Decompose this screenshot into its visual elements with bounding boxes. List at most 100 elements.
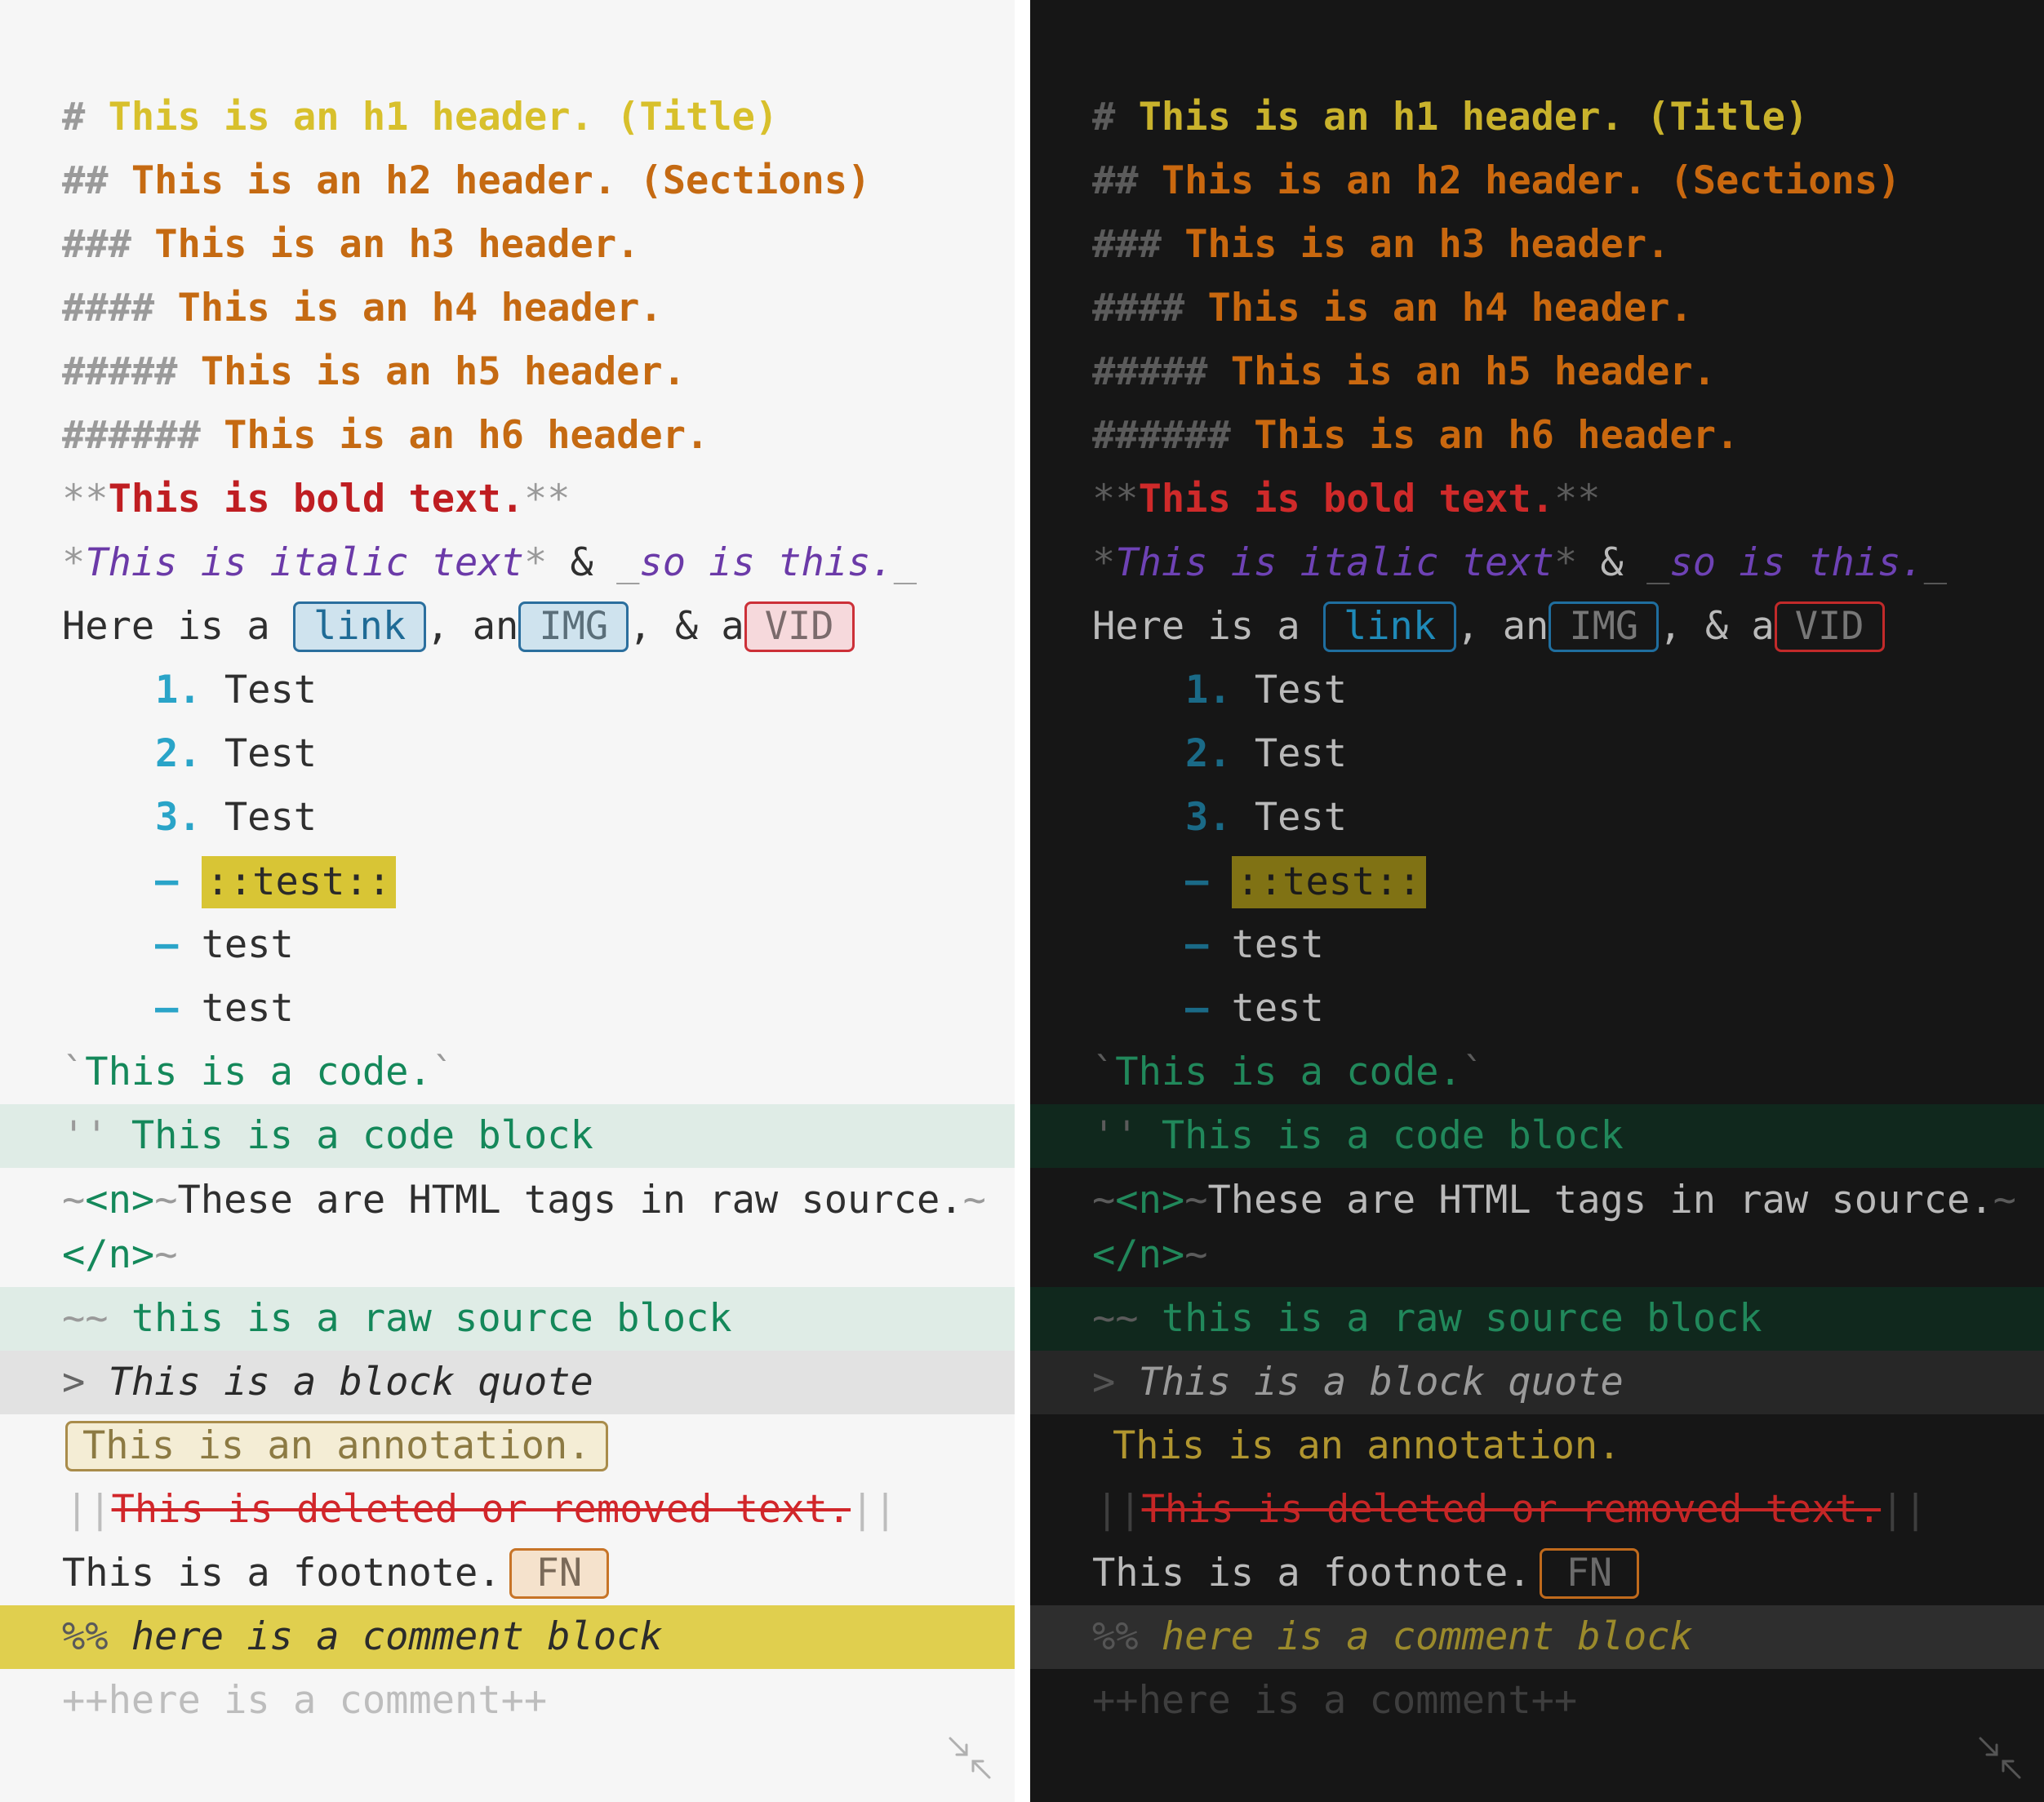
img-pill[interactable]: IMG	[1549, 601, 1660, 652]
html-tags-line[interactable]: ~<n>~These are HTML tags in raw source.~…	[1030, 1168, 2044, 1287]
highlight-text: ::test::	[201, 855, 396, 908]
list-text: Test	[224, 795, 318, 840]
h1-line[interactable]: # This is an h1 header. (Title)	[1030, 86, 2044, 149]
footnote-badge[interactable]: FN	[509, 1547, 610, 1599]
italic-marker-2: *	[523, 540, 548, 585]
block-quote-line[interactable]: > This is a block quote	[0, 1351, 1015, 1414]
raw-block-text: this is a raw source block	[1138, 1296, 1762, 1341]
h4-line[interactable]: #### This is an h4 header.	[0, 277, 1015, 340]
h4-text: This is an h4 header.	[177, 286, 663, 331]
code-block-text: This is a code block	[108, 1113, 593, 1158]
h2-marker: ##	[1092, 158, 1139, 203]
ordered-item[interactable]: 1. Test	[0, 659, 1015, 722]
link-pill[interactable]: link	[1322, 601, 1457, 652]
bold-line[interactable]: **This is bold text.**	[0, 468, 1015, 531]
deleted-line[interactable]: ||This is deleted or removed text.||	[1030, 1478, 2044, 1542]
annotation-line[interactable]: This is an annotation.	[1030, 1414, 2044, 1478]
h1-text: This is an h1 header. (Title)	[1138, 95, 1809, 140]
bullet-item[interactable]: – ::test::	[0, 850, 1015, 913]
bullet-dash: –	[1185, 922, 1209, 967]
h5-line[interactable]: ##### This is an h5 header.	[1030, 340, 2044, 404]
h5-line[interactable]: ##### This is an h5 header.	[0, 340, 1015, 404]
tilde-marker: ~	[1184, 1232, 1208, 1277]
annotation-text: This is an annotation.	[1113, 1423, 1621, 1468]
bullet-dash: –	[1185, 859, 1209, 903]
bold-close-marker: **	[1553, 477, 1601, 522]
collapse-arrows-icon[interactable]	[1977, 1735, 2023, 1781]
list-number: 3.	[155, 795, 202, 840]
h6-marker: ######	[1092, 413, 1231, 458]
footnote-line[interactable]: This is a footnote. FN	[0, 1542, 1015, 1605]
italic-text-1: This is italic text	[85, 540, 524, 585]
deleted-open-marker: ||	[65, 1487, 112, 1532]
bold-line[interactable]: **This is bold text.**	[1030, 468, 2044, 531]
bullet-item[interactable]: – test	[1030, 977, 2044, 1041]
italic-marker-3: _	[616, 540, 640, 585]
code-block-line[interactable]: '' This is a code block	[0, 1104, 1015, 1168]
italic-line[interactable]: *This is italic text* & _so is this._	[0, 531, 1015, 595]
code-block-line[interactable]: '' This is a code block	[1030, 1104, 2044, 1168]
h5-marker: #####	[62, 349, 178, 394]
h4-line[interactable]: #### This is an h4 header.	[1030, 277, 2044, 340]
h3-line[interactable]: ### This is an h3 header.	[0, 213, 1015, 277]
ordered-item[interactable]: 2. Test	[0, 722, 1015, 786]
h6-text: This is an h6 header.	[1254, 413, 1740, 458]
raw-source-block-line[interactable]: ~~ this is a raw source block	[0, 1287, 1015, 1351]
comment-block-line[interactable]: %% here is a comment block	[1030, 1605, 2044, 1669]
list-text: Test	[224, 668, 318, 712]
links-prefix: Here is a	[1092, 604, 1323, 649]
bullet-dash: –	[1185, 986, 1209, 1031]
links-line: Here is a link, an IMG, & a VID	[0, 595, 1015, 659]
vid-pill[interactable]: VID	[1774, 601, 1885, 652]
h6-line[interactable]: ###### This is an h6 header.	[1030, 404, 2044, 468]
bullet-item[interactable]: – test	[0, 913, 1015, 977]
ordered-item[interactable]: 3. Test	[0, 786, 1015, 850]
bullet-item[interactable]: – test	[1030, 913, 2044, 977]
list-text: Test	[1254, 668, 1348, 712]
italic-text-1: This is italic text	[1115, 540, 1554, 585]
dark-theme-panel: # This is an h1 header. (Title) ## This …	[1030, 0, 2044, 1802]
deleted-line[interactable]: ||This is deleted or removed text.||	[0, 1478, 1015, 1542]
raw-source-block-line[interactable]: ~~ this is a raw source block	[1030, 1287, 2044, 1351]
quote-text: This is a block quote	[85, 1360, 593, 1405]
h3-marker: ###	[62, 222, 131, 267]
bullet-item[interactable]: – ::test::	[1030, 850, 2044, 913]
italic-marker-1: *	[1092, 540, 1116, 585]
open-tag: <n>	[1115, 1178, 1185, 1223]
link-pill[interactable]: link	[292, 601, 427, 652]
html-tags-line[interactable]: ~<n>~These are HTML tags in raw source.~…	[0, 1168, 1015, 1287]
footnote-badge[interactable]: FN	[1539, 1547, 1640, 1599]
inline-code-line[interactable]: `This is a code.`	[0, 1041, 1015, 1104]
comment-line[interactable]: ++here is a comment++	[1030, 1669, 2044, 1733]
italic-line[interactable]: *This is italic text* & _so is this._	[1030, 531, 2044, 595]
ordered-item[interactable]: 2. Test	[1030, 722, 2044, 786]
comment-text: ++here is a comment++	[1092, 1678, 1578, 1723]
code-open-marker: `	[62, 1050, 86, 1094]
inline-code-text: This is a code.	[85, 1050, 432, 1094]
h6-line[interactable]: ###### This is an h6 header.	[0, 404, 1015, 468]
comment-block-marker: %%	[62, 1614, 109, 1659]
vid-pill[interactable]: VID	[744, 601, 855, 652]
comment-block-line[interactable]: %% here is a comment block	[0, 1605, 1015, 1669]
block-quote-line[interactable]: > This is a block quote	[1030, 1351, 2044, 1414]
bullet-item[interactable]: – test	[0, 977, 1015, 1041]
italic-marker-2: *	[1553, 540, 1578, 585]
annotation-line[interactable]: This is an annotation.	[0, 1414, 1015, 1478]
bullet-text: test	[201, 986, 294, 1031]
h2-line[interactable]: ## This is an h2 header. (Sections)	[1030, 149, 2044, 213]
h2-line[interactable]: ## This is an h2 header. (Sections)	[0, 149, 1015, 213]
h1-line[interactable]: # This is an h1 header. (Title)	[0, 86, 1015, 149]
ordered-item[interactable]: 3. Test	[1030, 786, 2044, 850]
italic-text-2: so is this.	[639, 540, 894, 585]
collapse-arrows-icon[interactable]	[947, 1735, 993, 1781]
ordered-item[interactable]: 1. Test	[1030, 659, 2044, 722]
img-pill[interactable]: IMG	[518, 601, 629, 652]
h2-marker: ##	[62, 158, 109, 203]
footnote-line[interactable]: This is a footnote. FN	[1030, 1542, 2044, 1605]
comment-line[interactable]: ++here is a comment++	[0, 1669, 1015, 1733]
inline-code-line[interactable]: `This is a code.`	[1030, 1041, 2044, 1104]
h3-line[interactable]: ### This is an h3 header.	[1030, 213, 2044, 277]
h5-marker: #####	[1092, 349, 1208, 394]
italic-marker-4: _	[893, 540, 917, 585]
bullet-text: test	[1231, 922, 1324, 967]
